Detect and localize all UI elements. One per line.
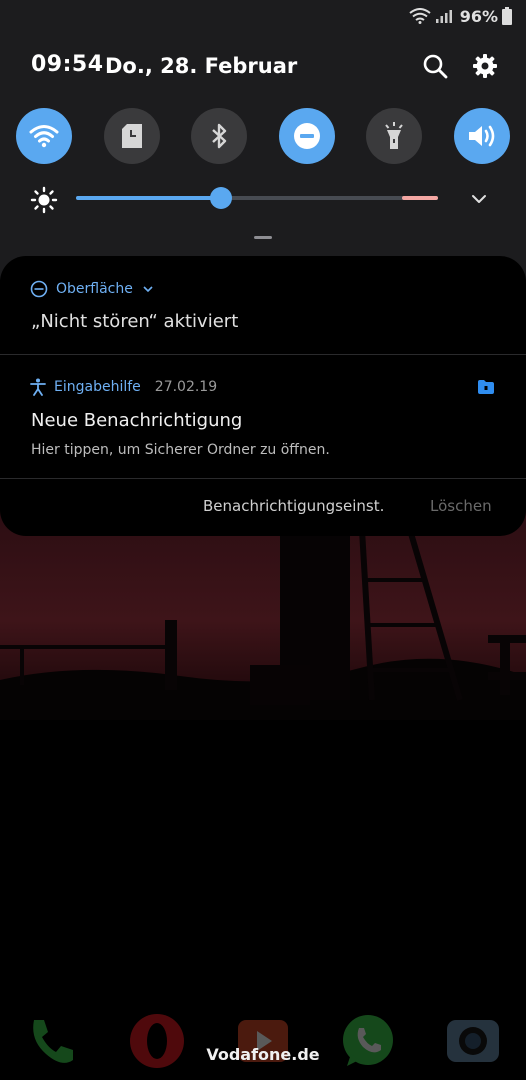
notification-settings-button[interactable]: Benachrichtigungseinst. — [203, 497, 384, 515]
notification-dnd-text[interactable]: „Nicht stören“ aktiviert — [31, 311, 238, 332]
brightness-high-zone — [402, 196, 438, 200]
notification-app-name: Oberfläche — [56, 281, 133, 297]
volume-icon — [469, 125, 495, 147]
sd-card-icon — [122, 124, 142, 148]
gear-icon[interactable] — [472, 53, 498, 79]
flashlight-icon — [385, 122, 403, 149]
accessibility-icon — [30, 378, 46, 396]
clear-notifications-button[interactable]: Löschen — [430, 497, 492, 515]
notification-title[interactable]: Neue Benachrichtigung — [31, 410, 242, 431]
notification-dnd-header[interactable]: Oberfläche — [30, 280, 155, 298]
bluetooth-icon — [212, 123, 227, 149]
tile-flashlight[interactable] — [366, 108, 422, 164]
brightness-slider-fill — [76, 196, 221, 200]
notification-app-name: Eingabehilfe — [54, 379, 141, 395]
divider — [0, 478, 526, 479]
brightness-slider-thumb[interactable] — [209, 187, 232, 209]
battery-percent: 96% — [459, 6, 498, 26]
tile-sound[interactable] — [454, 108, 510, 164]
brightness-icon — [30, 186, 58, 214]
chevron-down-icon[interactable] — [468, 188, 490, 210]
do-not-disturb-icon — [294, 123, 320, 149]
notification-card — [0, 256, 526, 536]
clock: 09:54 — [31, 52, 104, 77]
wifi-status-icon — [409, 8, 431, 24]
notification-date: 27.02.19 — [154, 379, 218, 395]
secure-folder-icon — [478, 380, 494, 394]
notification-accessibility-header[interactable]: Eingabehilfe 27.02.19 — [30, 378, 217, 396]
quick-panel: 96% 09:54 Do., 28. Februar — [0, 0, 526, 280]
search-icon[interactable] — [422, 53, 448, 79]
tile-sd-card[interactable] — [104, 108, 160, 164]
tile-do-not-disturb[interactable] — [279, 108, 335, 164]
notification-body[interactable]: Hier tippen, um Sicherer Ordner zu öffne… — [31, 442, 330, 458]
signal-icon — [435, 10, 452, 23]
brightness-slider[interactable] — [76, 187, 438, 209]
tile-wifi[interactable] — [16, 108, 72, 164]
battery-icon — [502, 7, 512, 25]
date-label: Do., 28. Februar — [105, 54, 298, 78]
chevron-down-icon[interactable] — [141, 282, 155, 296]
wifi-icon — [29, 125, 59, 148]
status-bar: 96% — [409, 5, 512, 27]
do-not-disturb-small-icon — [30, 280, 48, 298]
panel-drag-handle[interactable] — [254, 236, 272, 239]
divider — [0, 354, 526, 355]
carrier-label: Vodafone.de — [206, 1045, 320, 1064]
tile-bluetooth[interactable] — [191, 108, 247, 164]
